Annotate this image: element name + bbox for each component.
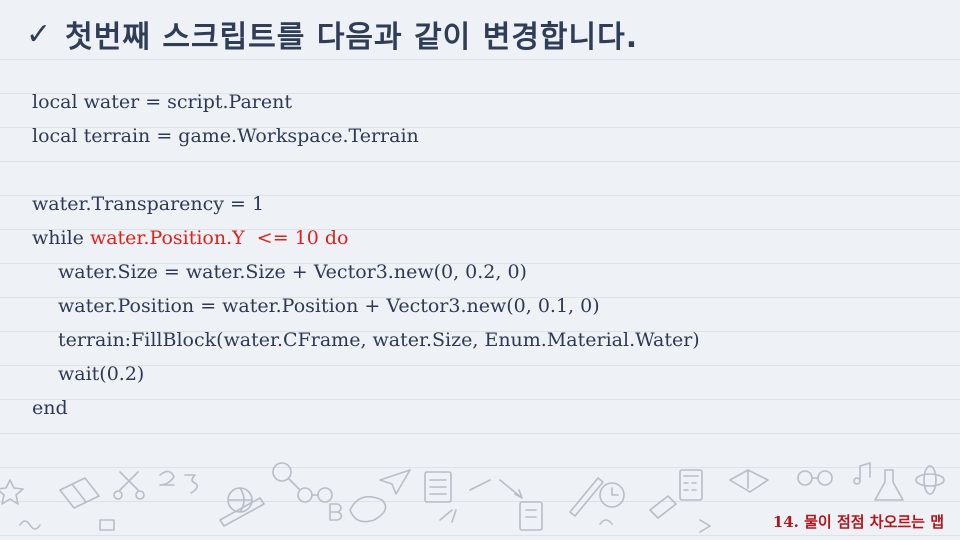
doodle-shape [288, 478, 300, 490]
while-keyword: while [32, 227, 90, 249]
doodle-shape [99, 519, 115, 531]
plane-doodle [379, 469, 411, 495]
calculator-doodle [679, 469, 703, 501]
pen-doodle [569, 477, 604, 517]
code-line-8: terrain:FillBlock(water.CFrame, water.Si… [58, 329, 700, 351]
open-book-doodle [729, 469, 769, 493]
code-line-7: water.Position = water.Position + Vector… [58, 295, 600, 317]
doodle-shape [683, 475, 699, 491]
doodle-shape [19, 520, 41, 530]
doodle-shape [797, 470, 813, 486]
doodle-shape [923, 465, 937, 495]
doodle-shape [817, 470, 833, 486]
doodle-shape [439, 509, 457, 523]
loop-condition-highlight: water.Position.Y <= 10 do [89, 227, 349, 249]
doodle-shape [853, 477, 861, 485]
book-doodle [59, 477, 100, 509]
atom-doodle [915, 473, 945, 487]
clipboard-doodle [519, 501, 543, 531]
doodle-shape [429, 479, 447, 495]
music-note-doodle [859, 462, 871, 481]
doodle-shape [611, 487, 619, 496]
doodle-shape [699, 519, 711, 533]
code-line-4: water.Transparency = 1 [32, 193, 265, 215]
doodle-shape [135, 490, 145, 500]
doodle-shape [599, 519, 613, 525]
code-line-5: while water.Position.Y <= 10 do [32, 221, 700, 255]
flask-doodle [874, 469, 904, 501]
doodle-shape [317, 487, 333, 503]
scissors-doodle [119, 471, 139, 491]
doodle-shape [113, 490, 123, 500]
magnifier-doodle [272, 462, 292, 482]
eraser-doodle [649, 495, 677, 519]
arrow-doodle [469, 479, 523, 499]
check-icon: ✓ [26, 16, 52, 52]
code-line-1: local water = script.Parent [32, 91, 292, 113]
code-line-2: local terrain = game.Workspace.Terrain [32, 125, 419, 147]
doodle-shape [297, 487, 313, 503]
palette-doodle [349, 495, 387, 523]
slide-title: ✓ 첫번째 스크립트를 다음과 같이 변경합니다. [26, 10, 638, 58]
code-line-9: wait(0.2) [58, 363, 145, 385]
letter-doodle [329, 503, 343, 521]
code-line-10: end [32, 397, 68, 419]
star-doodle [0, 479, 24, 505]
title-text: 첫번째 스크립트를 다음과 같이 변경합니다. [65, 20, 639, 55]
slide-footer: 14. 물이 점점 차오르는 맵 [766, 509, 950, 534]
code-line-6: water.Size = water.Size + Vector3.new(0,… [58, 261, 527, 283]
doodle-shape [525, 509, 537, 518]
code-block: local water = script.Parent local terrai… [32, 85, 700, 425]
number-doodle [159, 470, 199, 494]
